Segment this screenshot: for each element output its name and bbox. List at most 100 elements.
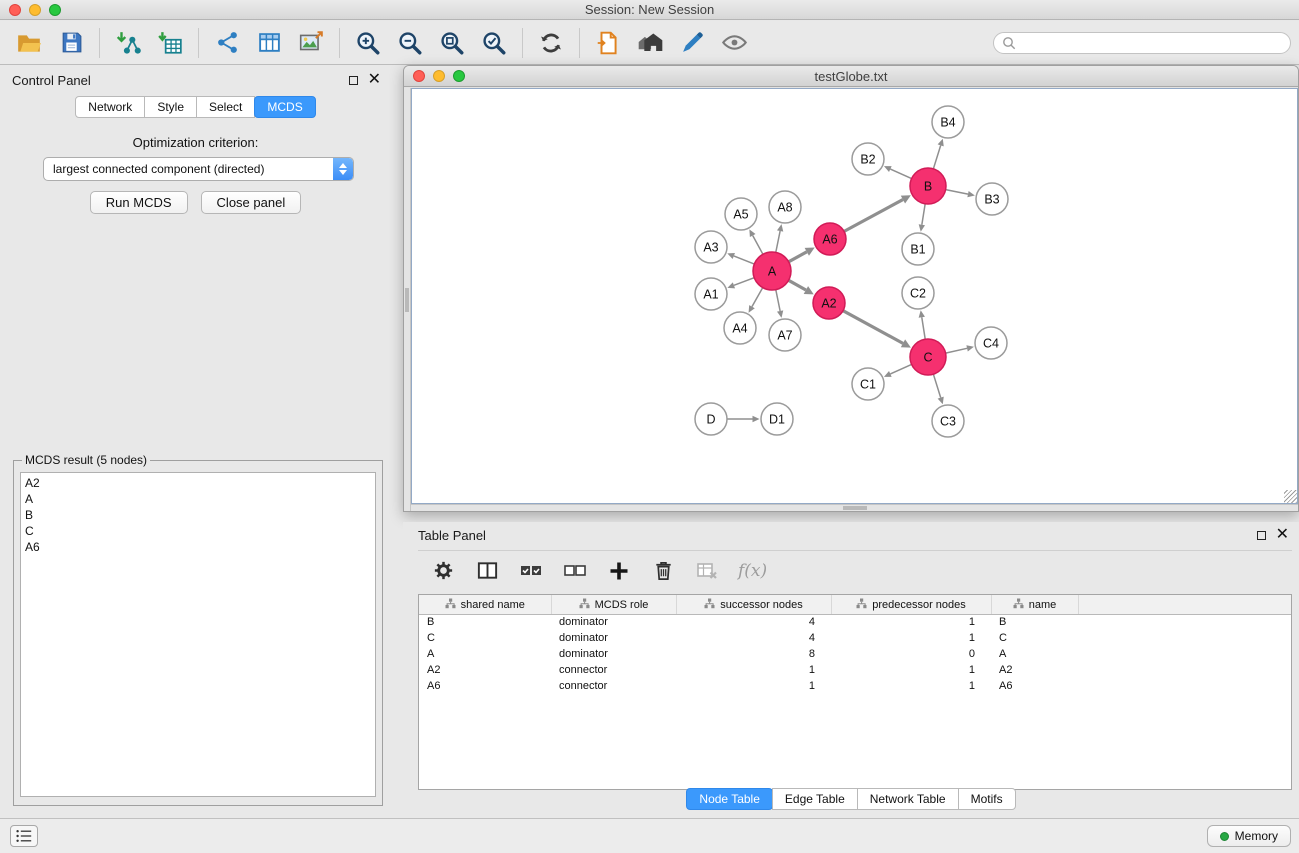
- table-cell[interactable]: dominator: [551, 630, 676, 646]
- node-B2[interactable]: B2: [852, 143, 884, 175]
- node-A5[interactable]: A5: [725, 198, 757, 230]
- network-close-button[interactable]: [413, 70, 425, 82]
- table-row[interactable]: A2connector11A2: [419, 662, 1291, 678]
- zoom-in-button[interactable]: [347, 24, 389, 62]
- network-zoom-button[interactable]: [453, 70, 465, 82]
- search-box[interactable]: [993, 32, 1291, 54]
- column-header-shared-name[interactable]: shared name: [419, 595, 551, 614]
- edge-A-A4[interactable]: [752, 288, 763, 307]
- import-network-button[interactable]: [107, 24, 149, 62]
- new-network-button[interactable]: [206, 24, 248, 62]
- close-panel-button[interactable]: Close panel: [201, 191, 302, 214]
- node-B4[interactable]: B4: [932, 106, 964, 138]
- table-cell[interactable]: 4: [676, 630, 831, 646]
- table-cell[interactable]: B: [419, 614, 551, 630]
- table-cell[interactable]: 1: [831, 678, 991, 694]
- edge-A6-B[interactable]: [844, 200, 903, 232]
- result-item[interactable]: A: [25, 491, 371, 507]
- edge-A-A1[interactable]: [734, 278, 754, 286]
- left-splitter[interactable]: [404, 88, 411, 511]
- edge-C-C4[interactable]: [946, 348, 968, 353]
- table-cell[interactable]: connector: [551, 662, 676, 678]
- show-hide-button[interactable]: [713, 24, 755, 62]
- task-history-button[interactable]: [10, 825, 38, 847]
- network-graph[interactable]: A1A3A4A5A7A8B1B2B3B4C1C2C3C4DD1AA2A6BC: [412, 89, 1298, 504]
- table-row[interactable]: Adominator80A: [419, 646, 1291, 662]
- node-A8[interactable]: A8: [769, 191, 801, 223]
- node-C[interactable]: C: [910, 339, 946, 375]
- tab-style[interactable]: Style: [144, 96, 197, 118]
- table-row[interactable]: Bdominator41B: [419, 614, 1291, 630]
- node-B[interactable]: B: [910, 168, 946, 204]
- close-window-button[interactable]: [9, 4, 21, 16]
- split-columns-button[interactable]: [474, 558, 500, 584]
- function-builder-button[interactable]: f(x): [738, 561, 767, 581]
- result-item[interactable]: A6: [25, 539, 371, 555]
- memory-button[interactable]: Memory: [1207, 825, 1291, 847]
- table-cell[interactable]: 1: [676, 662, 831, 678]
- splitter-grip[interactable]: [405, 288, 409, 312]
- column-header-successor-nodes[interactable]: successor nodes: [676, 595, 831, 614]
- table-cell[interactable]: C: [419, 630, 551, 646]
- node-C1[interactable]: C1: [852, 368, 884, 400]
- edge-B-B4[interactable]: [933, 145, 940, 168]
- edge-A-A2[interactable]: [789, 280, 806, 290]
- zoom-selected-button[interactable]: [473, 24, 515, 62]
- table-cell[interactable]: C: [991, 630, 1078, 646]
- edge-B-B2[interactable]: [890, 169, 911, 179]
- table-cell[interactable]: 1: [676, 678, 831, 694]
- resize-grip-icon[interactable]: [1284, 490, 1297, 503]
- node-C4[interactable]: C4: [975, 327, 1007, 359]
- column-header-mcds-role[interactable]: MCDS role: [551, 595, 676, 614]
- table-cell[interactable]: 8: [676, 646, 831, 662]
- dropdown-stepper-icon[interactable]: [333, 158, 353, 180]
- column-header-name[interactable]: name: [991, 595, 1078, 614]
- unselect-all-button[interactable]: [562, 558, 588, 584]
- table-cell[interactable]: A2: [991, 662, 1078, 678]
- table-row[interactable]: A6connector11A6: [419, 678, 1291, 694]
- edge-C-C3[interactable]: [933, 374, 940, 397]
- node-D1[interactable]: D1: [761, 403, 793, 435]
- table-cell[interactable]: B: [991, 614, 1078, 630]
- node-A7[interactable]: A7: [769, 319, 801, 351]
- search-input[interactable]: [1020, 36, 1282, 50]
- table-cell[interactable]: A2: [419, 662, 551, 678]
- open-document-button[interactable]: [587, 24, 629, 62]
- table-cell[interactable]: A: [419, 646, 551, 662]
- window-titlebar[interactable]: Session: New Session: [0, 0, 1299, 20]
- tab-network[interactable]: Network: [75, 96, 145, 118]
- column-header-predecessor-nodes[interactable]: predecessor nodes: [831, 595, 991, 614]
- tab-node-table[interactable]: Node Table: [686, 788, 773, 810]
- close-panel-icon[interactable]: ✕: [368, 75, 381, 85]
- close-panel-icon[interactable]: ✕: [1276, 530, 1289, 540]
- edge-C-C2[interactable]: [922, 317, 925, 339]
- result-item[interactable]: C: [25, 523, 371, 539]
- node-A4[interactable]: A4: [724, 312, 756, 344]
- table-cell[interactable]: 1: [831, 662, 991, 678]
- table-cell[interactable]: connector: [551, 678, 676, 694]
- tab-network-table[interactable]: Network Table: [857, 788, 959, 810]
- edge-B-B1[interactable]: [922, 204, 925, 225]
- select-all-button[interactable]: [518, 558, 544, 584]
- criterion-dropdown[interactable]: largest connected component (directed): [43, 157, 354, 181]
- save-session-button[interactable]: [50, 24, 92, 62]
- node-A6[interactable]: A6: [814, 223, 846, 255]
- node-C2[interactable]: C2: [902, 277, 934, 309]
- node-A[interactable]: A: [753, 252, 791, 290]
- float-panel-icon[interactable]: [1257, 531, 1266, 540]
- run-mcds-button[interactable]: Run MCDS: [90, 191, 188, 214]
- table-settings-button[interactable]: [430, 558, 456, 584]
- result-item[interactable]: A2: [25, 475, 371, 491]
- network-minimize-button[interactable]: [433, 70, 445, 82]
- tab-edge-table[interactable]: Edge Table: [772, 788, 858, 810]
- export-image-button[interactable]: [290, 24, 332, 62]
- node-B3[interactable]: B3: [976, 183, 1008, 215]
- table-cell[interactable]: 1: [831, 630, 991, 646]
- node-A1[interactable]: A1: [695, 278, 727, 310]
- table-cell[interactable]: A6: [991, 678, 1078, 694]
- refresh-view-button[interactable]: [530, 24, 572, 62]
- node-table[interactable]: shared nameMCDS rolesuccessor nodesprede…: [418, 594, 1292, 790]
- zoom-fit-button[interactable]: [431, 24, 473, 62]
- edge-A2-C[interactable]: [843, 311, 903, 344]
- edge-A-A6[interactable]: [789, 252, 807, 262]
